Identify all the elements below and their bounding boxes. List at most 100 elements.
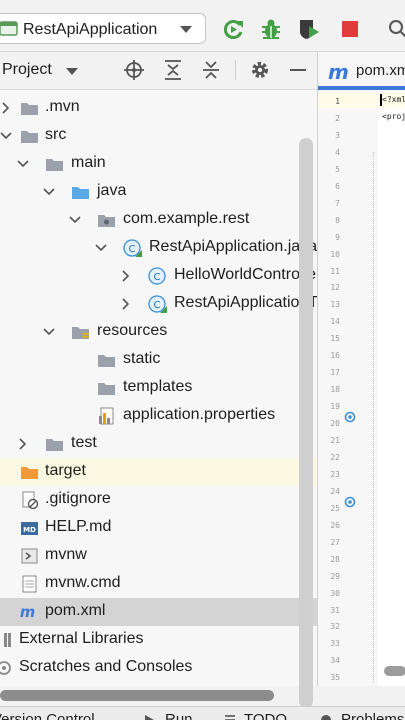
rerun-icon[interactable] xyxy=(222,17,246,41)
tree-item-mvn[interactable]: .mvn xyxy=(0,94,317,122)
tree-item-mvnw[interactable]: mvnw xyxy=(0,542,317,570)
gutter-marker-icon[interactable] xyxy=(344,496,356,508)
tree-item-label: mvnw xyxy=(45,546,87,563)
tree-item-label: HELP.md xyxy=(45,518,112,535)
chevron-right-icon[interactable] xyxy=(15,436,31,452)
tree-item-restapiapplication[interactable]: C RestApiApplication.java xyxy=(0,234,317,262)
tree-item-pom-xml[interactable]: m pom.xml xyxy=(0,598,317,626)
tree-item-label: templates xyxy=(123,378,193,395)
version-control-tool-button[interactable]: Version Control xyxy=(0,711,95,720)
problems-icon[interactable] xyxy=(320,714,332,720)
tree-item-test[interactable]: test xyxy=(0,430,317,458)
line-number: 17 xyxy=(330,368,340,378)
line-number: 26 xyxy=(330,520,340,530)
chevron-down-icon[interactable] xyxy=(67,212,83,228)
tree-item-application-properties[interactable]: application.properties xyxy=(0,402,317,430)
line-number: 15 xyxy=(330,334,340,344)
line-number: 1 xyxy=(335,97,340,106)
line-number: 6 xyxy=(335,181,340,191)
chevron-down-icon[interactable] xyxy=(93,240,109,256)
todo-tool-button[interactable]: TODO xyxy=(244,711,287,720)
editor-tab-pom-xml[interactable]: m pom.xml xyxy=(318,52,405,90)
class-icon: C xyxy=(148,267,166,285)
tree-item-main[interactable]: main xyxy=(0,150,317,178)
markdown-icon: MD xyxy=(21,522,38,535)
code-line[interactable]: <?xml xyxy=(382,95,405,104)
folder-icon xyxy=(98,355,115,367)
tree-item-target[interactable]: target xyxy=(0,458,317,486)
tree-item-scratches[interactable]: Scratches and Consoles xyxy=(0,654,317,682)
line-number: 35 xyxy=(330,673,340,683)
tree-vertical-scrollbar[interactable] xyxy=(299,138,313,708)
tree-item-label: .gitignore xyxy=(45,490,111,507)
tree-item-templates[interactable]: templates xyxy=(0,374,317,402)
chevron-down-icon[interactable] xyxy=(41,324,57,340)
tree-item-label: mvnw.cmd xyxy=(45,574,121,591)
line-number: 34 xyxy=(330,656,340,666)
tree-item-helloworldcontroller[interactable]: C HelloWorldController xyxy=(0,262,317,290)
chevron-down-icon xyxy=(180,26,192,33)
tree-item-label: External Libraries xyxy=(19,630,144,647)
tree-item-label: target xyxy=(45,462,86,479)
problems-tool-button[interactable]: Problems xyxy=(341,711,404,720)
svg-text:C: C xyxy=(154,300,161,311)
chevron-down-icon[interactable] xyxy=(15,156,31,172)
line-number: 24 xyxy=(330,486,340,496)
main-toolbar: RestApiApplication xyxy=(0,0,405,52)
tree-item-package[interactable]: com.example.rest xyxy=(0,206,317,234)
tree-horizontal-scrollbar[interactable] xyxy=(0,690,274,701)
tree-item-help-md[interactable]: MD HELP.md xyxy=(0,514,317,542)
line-number: 25 xyxy=(330,503,340,513)
tree-item-external-libraries[interactable]: External Libraries xyxy=(0,626,317,654)
maven-icon: m xyxy=(328,60,349,84)
chevron-right-icon[interactable] xyxy=(0,100,14,116)
locate-icon[interactable] xyxy=(123,59,145,81)
folder-icon xyxy=(21,103,38,115)
properties-icon xyxy=(99,407,114,425)
chevron-down-icon[interactable] xyxy=(0,128,14,144)
tree-item-mvnw-cmd[interactable]: mvnw.cmd xyxy=(0,570,317,598)
line-number: 23 xyxy=(330,469,340,479)
tree-item-src[interactable]: src xyxy=(0,122,317,150)
editor-panel: m pom.xml 123456789101112131415161718192… xyxy=(317,52,405,686)
search-icon[interactable] xyxy=(386,17,405,41)
minimize-icon[interactable] xyxy=(287,59,309,81)
tree-item-label: Scratches and Consoles xyxy=(19,658,193,675)
editor-horizontal-scrollbar[interactable] xyxy=(384,666,405,676)
run-icon[interactable] xyxy=(143,714,155,720)
tree-item-java[interactable]: java xyxy=(0,178,317,206)
chevron-right-icon[interactable] xyxy=(118,296,134,312)
tree-item-label: application.properties xyxy=(123,406,276,423)
collapse-all-icon[interactable] xyxy=(200,59,222,81)
chevron-down-icon[interactable] xyxy=(41,184,57,200)
debug-icon[interactable] xyxy=(259,17,283,41)
project-view-title[interactable]: Project xyxy=(2,61,52,79)
tree-item-static[interactable]: static xyxy=(0,346,317,374)
code-line[interactable]: <proje xyxy=(382,112,405,121)
tree-item-gitignore[interactable]: .gitignore xyxy=(0,486,317,514)
gear-icon[interactable] xyxy=(249,59,271,81)
tree-item-resources[interactable]: resources xyxy=(0,318,317,346)
excluded-folder-icon xyxy=(21,467,38,479)
expand-all-icon[interactable] xyxy=(162,59,184,81)
line-number: 13 xyxy=(330,300,340,310)
chevron-right-icon[interactable] xyxy=(118,268,134,284)
run-tool-button[interactable]: Run xyxy=(165,711,193,720)
run-configuration-selector[interactable]: RestApiApplication xyxy=(0,13,206,44)
chevron-down-icon[interactable] xyxy=(66,68,78,75)
scratches-icon xyxy=(0,661,11,675)
coverage-icon[interactable] xyxy=(297,17,321,41)
line-number: 4 xyxy=(335,147,340,157)
line-number: 16 xyxy=(330,351,340,361)
test-class-icon: C xyxy=(148,295,167,313)
tree-item-label: static xyxy=(123,350,161,367)
line-number: 11 xyxy=(330,266,340,276)
resources-folder-icon xyxy=(72,327,89,339)
line-number: 8 xyxy=(335,215,340,225)
stop-icon[interactable] xyxy=(338,17,362,41)
tree-item-restapiapplicationtests[interactable]: C RestApiApplicationTests xyxy=(0,290,317,318)
tree-item-label: resources xyxy=(97,322,168,339)
tree-item-label: test xyxy=(71,434,97,451)
todo-icon[interactable] xyxy=(224,714,236,720)
gutter-marker-icon[interactable] xyxy=(344,411,356,423)
